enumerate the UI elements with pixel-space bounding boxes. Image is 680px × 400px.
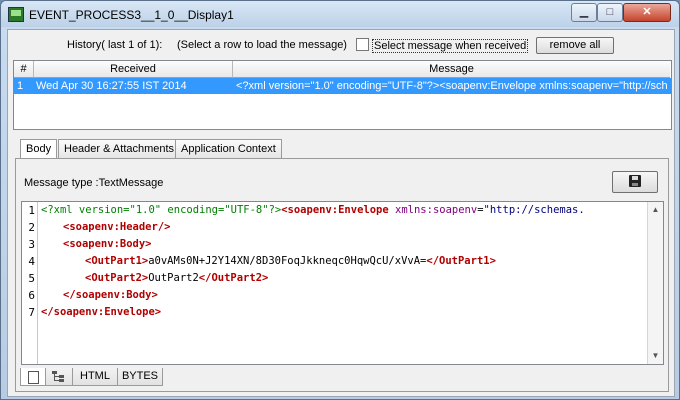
line-number: 6	[28, 289, 35, 302]
outpart2-value: OutPart2	[148, 272, 199, 284]
table-row[interactable]: 1 Wed Apr 30 16:27:55 IST 2014 <?xml ver…	[14, 78, 671, 94]
code-line-5: <OutPart2>OutPart2</OutPart2>	[85, 270, 268, 287]
outpart1-open-tag: <OutPart1>	[85, 255, 149, 267]
app-icon	[8, 7, 24, 22]
minimize-button[interactable]: ▁	[571, 3, 597, 22]
envelope-open-tag: <soapenv:Envelope	[281, 204, 396, 216]
tab-tree-view[interactable]	[45, 368, 73, 386]
remove-all-button[interactable]: remove all	[536, 37, 614, 54]
window-title: EVENT_PROCESS3__1_0__Display1	[29, 8, 234, 22]
row-number: 1	[17, 80, 24, 92]
namespace-value: "http://schemas.	[483, 204, 585, 216]
tab-html[interactable]: HTML	[72, 368, 118, 386]
column-header-number[interactable]: #	[14, 61, 34, 78]
history-hint: (Select a row to load the message)	[177, 39, 347, 51]
code-line-6: </soapenv:Body>	[63, 287, 158, 304]
line-number-gutter: 1 2 3 4 5 6 7	[22, 202, 38, 364]
envelope-close-tag: </soapenv:Envelope>	[41, 306, 162, 318]
header-tag: <soapenv:Header/>	[63, 221, 171, 233]
message-type-label: Message type :TextMessage	[24, 177, 164, 189]
body-panel: Message type :TextMessage 1 2 3 4 5 6 7 …	[15, 158, 669, 392]
row-message: <?xml version="1.0" encoding="UTF-8"?><s…	[236, 80, 668, 92]
client-area: History( last 1 of 1): (Select a row to …	[7, 29, 675, 397]
save-button[interactable]	[612, 171, 658, 193]
title-bar[interactable]: EVENT_PROCESS3__1_0__Display1 ▁ □ ✕	[1, 1, 679, 27]
outpart1-value: a0vAMs0N+J2Y14XN/8D30FoqJkkneqc0HqwQcU/x…	[148, 255, 427, 267]
outpart1-close-tag: </OutPart1>	[426, 255, 496, 267]
line-number: 2	[28, 221, 35, 234]
code-line-4: <OutPart1>a0vAMs0N+J2Y14XN/8D30FoqJkkneq…	[85, 253, 496, 270]
outpart2-open-tag: <OutPart2>	[85, 272, 149, 284]
code-line-2: <soapenv:Header/>	[63, 219, 170, 236]
message-editor[interactable]: 1 2 3 4 5 6 7 <?xml version="1.0" encodi…	[21, 201, 664, 365]
history-toolbar: History( last 1 of 1): (Select a row to …	[8, 30, 674, 56]
body-open-tag: <soapenv:Body>	[63, 238, 152, 250]
code-line-1: <?xml version="1.0" encoding="UTF-8"?><s…	[41, 202, 585, 219]
app-window: EVENT_PROCESS3__1_0__Display1 ▁ □ ✕ Hist…	[0, 0, 680, 400]
namespace-attribute: xmlns:soapenv	[395, 204, 478, 216]
tab-header-attachments[interactable]: Header & Attachments	[58, 139, 181, 159]
line-number: 5	[28, 272, 35, 285]
history-table: # Received Message 1 Wed Apr 30 16:27:55…	[13, 60, 672, 130]
select-when-received-checkbox[interactable]	[356, 38, 369, 51]
code-line-3: <soapenv:Body>	[63, 236, 152, 253]
maximize-button[interactable]: □	[597, 3, 623, 22]
line-number: 3	[28, 238, 35, 251]
row-received: Wed Apr 30 16:27:55 IST 2014	[36, 80, 187, 92]
line-number: 7	[28, 306, 35, 319]
vertical-scrollbar[interactable]: ▲ ▼	[647, 202, 663, 364]
line-number: 4	[28, 255, 35, 268]
tab-application-context[interactable]: Application Context	[175, 139, 282, 159]
tab-text-view[interactable]	[20, 368, 46, 386]
document-icon	[28, 371, 39, 384]
tab-body[interactable]: Body	[20, 139, 58, 160]
tree-icon	[52, 371, 64, 382]
code-line-7: </soapenv:Envelope>	[41, 304, 161, 321]
floppy-disk-icon	[629, 175, 641, 187]
body-close-tag: </soapenv:Body>	[63, 289, 158, 301]
scroll-down-icon[interactable]: ▼	[648, 348, 663, 363]
line-number: 1	[28, 204, 35, 217]
scroll-up-icon[interactable]: ▲	[648, 202, 663, 217]
history-label: History( last 1 of 1):	[67, 39, 163, 51]
xml-declaration: <?xml version="1.0" encoding="UTF-8"?>	[41, 204, 282, 216]
outpart2-close-tag: </OutPart2>	[198, 272, 269, 284]
select-when-received-label[interactable]: Select message when received	[372, 39, 529, 53]
column-header-received[interactable]: Received	[34, 61, 233, 78]
column-header-message[interactable]: Message	[233, 61, 670, 78]
tab-bytes[interactable]: BYTES	[117, 368, 163, 386]
close-button[interactable]: ✕	[623, 3, 671, 22]
